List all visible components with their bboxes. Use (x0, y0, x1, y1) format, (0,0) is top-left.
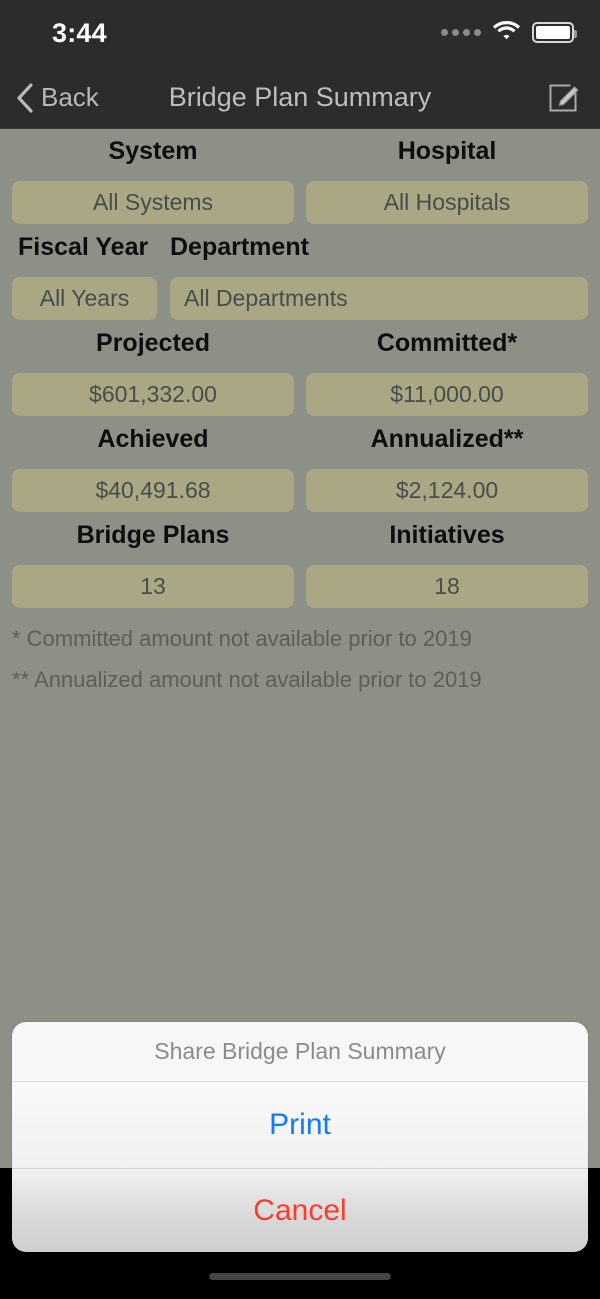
field-fiscal-year[interactable]: All Years (12, 277, 157, 320)
share-action-sheet: Share Bridge Plan Summary Print Cancel (12, 1022, 588, 1252)
cancel-button[interactable]: Cancel (12, 1168, 588, 1252)
back-label: Back (41, 82, 99, 112)
field-annualized[interactable]: $2,124.00 (306, 469, 588, 512)
label-bridge-plans: Bridge Plans (76, 521, 230, 549)
wifi-icon (493, 20, 520, 45)
back-button[interactable]: Back (16, 66, 99, 129)
field-bridge-plans[interactable]: 13 (12, 565, 294, 608)
phone-screen: 3:44 Back Bridge Plan Summary System Hos… (0, 0, 600, 1299)
field-initiatives[interactable]: 18 (306, 565, 588, 608)
label-initiatives: Initiatives (389, 521, 505, 549)
field-department[interactable]: All Departments (170, 277, 588, 320)
label-hospital: Hospital (397, 137, 497, 165)
label-fiscal-year: Fiscal Year (18, 233, 149, 261)
label-annualized: Annualized** (370, 425, 524, 453)
signal-dots-icon (441, 29, 481, 36)
action-sheet-title: Share Bridge Plan Summary (12, 1022, 588, 1082)
action-sheet-group: Share Bridge Plan Summary Print (12, 1022, 588, 1168)
home-indicator[interactable] (209, 1273, 391, 1280)
label-system: System (108, 137, 198, 165)
status-time: 3:44 (52, 18, 107, 48)
label-committed: Committed* (376, 329, 518, 357)
label-department: Department (170, 233, 309, 261)
field-system[interactable]: All Systems (12, 181, 294, 224)
chevron-left-icon (17, 82, 33, 113)
field-committed[interactable]: $11,000.00 (306, 373, 588, 416)
label-projected: Projected (96, 329, 210, 357)
summary-content: System Hospital All Systems All Hospital… (0, 129, 600, 1168)
navigation-bar: Back Bridge Plan Summary (0, 66, 600, 129)
battery-full-icon (532, 22, 577, 43)
compose-button[interactable] (546, 66, 580, 129)
field-projected[interactable]: $601,332.00 (12, 373, 294, 416)
print-button[interactable]: Print (12, 1082, 588, 1168)
label-achieved: Achieved (97, 425, 209, 453)
field-hospital[interactable]: All Hospitals (306, 181, 588, 224)
field-achieved[interactable]: $40,491.68 (12, 469, 294, 512)
footnote-annualized: ** Annualized amount not available prior… (12, 667, 482, 692)
status-indicators (441, 20, 577, 45)
footnote-committed: * Committed amount not available prior t… (12, 626, 472, 651)
compose-icon (549, 84, 579, 111)
status-bar: 3:44 (0, 0, 600, 66)
